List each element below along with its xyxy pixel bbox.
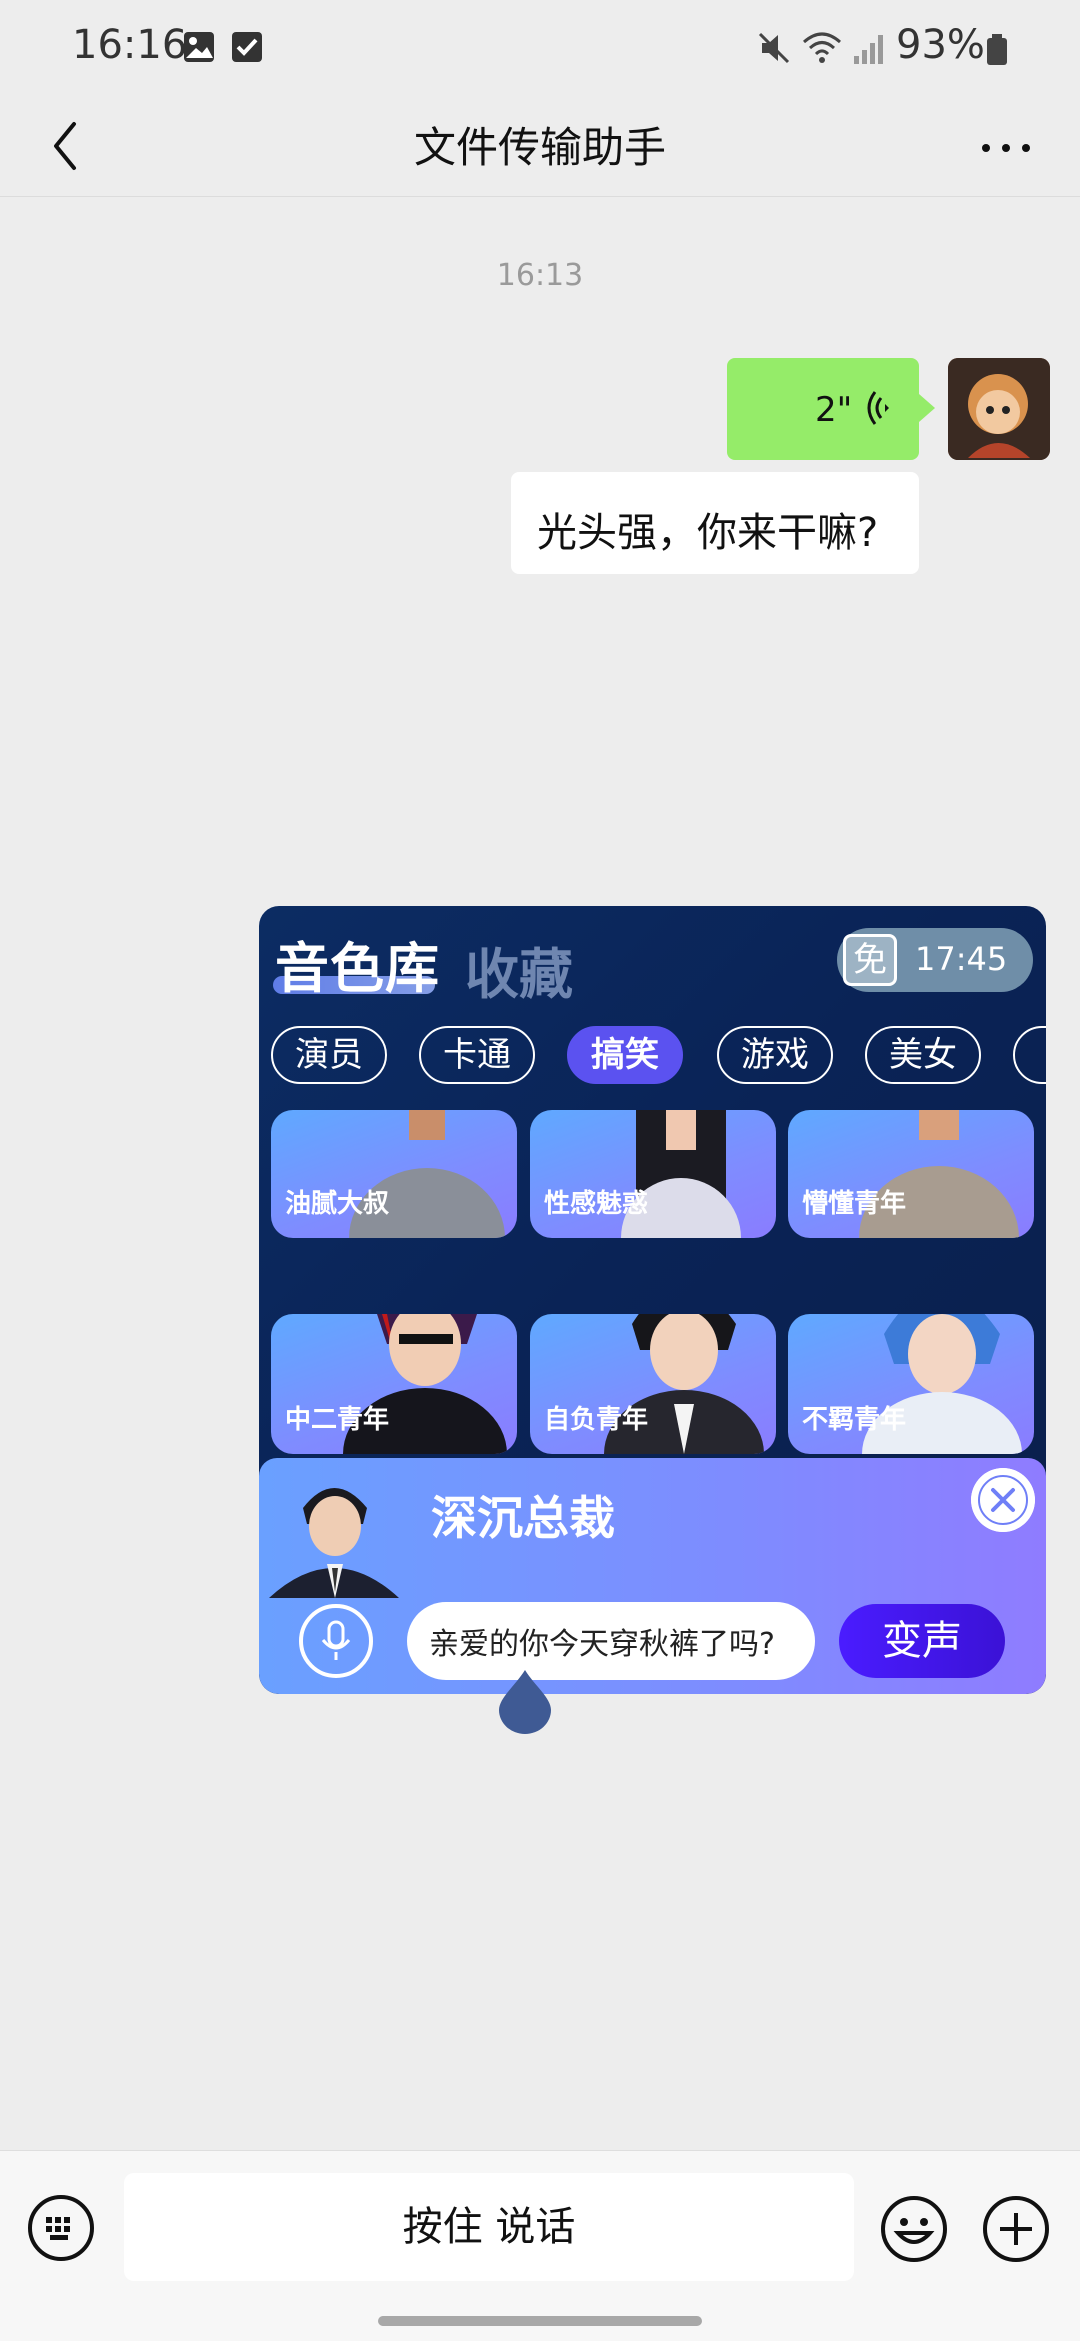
change-voice-button[interactable]: 变声 — [839, 1604, 1005, 1678]
close-panel-button[interactable] — [971, 1468, 1035, 1532]
voice-text-input[interactable] — [407, 1602, 815, 1680]
chat-input-bar: 按住 说话 — [0, 2150, 1080, 2341]
more-options-button[interactable] — [970, 110, 1046, 186]
voice-name: 懵懂青年 — [802, 1189, 907, 1219]
status-bar: 16:16 93% — [0, 0, 1080, 96]
category-cartoon[interactable]: 卡通 — [419, 1026, 535, 1084]
category-more[interactable] — [1013, 1026, 1046, 1084]
category-actor[interactable]: 演员 — [271, 1026, 387, 1084]
voice-card-arrogant-youth[interactable]: 自负青年 — [530, 1314, 776, 1454]
signal-icon — [854, 35, 883, 64]
category-beauty[interactable]: 美女 — [865, 1026, 981, 1084]
gallery-notification-icon — [184, 32, 214, 62]
keyboard-icon — [46, 2217, 70, 2240]
voice-card-naive-youth[interactable]: 懵懂青年 — [788, 1110, 1034, 1238]
voice-card-sexy-charm[interactable]: 性感魅惑 — [530, 1110, 776, 1238]
selected-voice-sheet: 深沉总裁 变声 — [259, 1458, 1046, 1694]
free-timer-badge[interactable]: 免 17:45 — [837, 928, 1033, 992]
more-functions-button[interactable] — [982, 2195, 1050, 2263]
voice-name: 自负青年 — [544, 1405, 649, 1435]
tab-favorites[interactable]: 收藏 — [465, 930, 573, 1009]
category-tabs: 演员 卡通 搞笑 游戏 美女 — [271, 1026, 1046, 1084]
tab-voice-library[interactable]: 音色库 — [275, 924, 440, 1003]
wifi-icon — [803, 32, 841, 63]
voice-name: 中二青年 — [285, 1405, 390, 1435]
chat-header: 文件传输助手 — [0, 96, 1080, 197]
category-game[interactable]: 游戏 — [717, 1026, 833, 1084]
message-timestamp: 16:13 — [496, 258, 584, 293]
voice-duration: 2" — [815, 390, 853, 430]
text-message-bubble[interactable]: 光头强，你来干嘛? — [511, 472, 919, 574]
user-avatar[interactable] — [948, 358, 1050, 460]
task-notification-icon — [232, 32, 262, 62]
voice-wave-icon — [867, 391, 889, 425]
voice-card-greasy-uncle[interactable]: 油腻大叔 — [271, 1110, 517, 1238]
microphone-icon — [321, 1620, 351, 1660]
timer-text: 17:45 — [915, 940, 1008, 978]
mute-icon — [758, 32, 790, 64]
chat-title: 文件传输助手 — [413, 123, 666, 172]
category-funny[interactable]: 搞笑 — [567, 1026, 683, 1084]
selected-voice-name: 深沉总裁 — [431, 1491, 615, 1545]
microphone-button[interactable] — [299, 1604, 373, 1678]
status-time: 16:16 — [72, 22, 188, 68]
voice-name: 性感魅惑 — [544, 1189, 649, 1219]
emoji-button[interactable] — [880, 2195, 948, 2263]
home-indicator[interactable] — [378, 2316, 702, 2326]
voice-card-unruly-youth[interactable]: 不羁青年 — [788, 1314, 1034, 1454]
voice-changer-panel: 音色库 收藏 免 17:45 演员 卡通 搞笑 游戏 美女 油腻大叔 性感魅惑 … — [259, 906, 1046, 1694]
voice-card-chuunibyou-youth[interactable]: 中二青年 — [271, 1314, 517, 1454]
battery-percentage: 93% — [896, 22, 985, 68]
voice-name: 油腻大叔 — [285, 1189, 390, 1219]
hold-to-talk-button[interactable]: 按住 说话 — [124, 2173, 854, 2281]
keyboard-toggle-button[interactable] — [28, 2195, 94, 2261]
text-cursor-handle[interactable] — [499, 1670, 551, 1734]
free-label: 免 — [843, 934, 897, 986]
selected-voice-avatar — [269, 1488, 399, 1598]
text-message-content: 光头强，你来干嘛? — [537, 510, 879, 556]
voice-name: 不羁青年 — [802, 1405, 907, 1435]
voice-message-bubble[interactable]: 2" — [727, 358, 935, 460]
battery-icon — [987, 34, 1007, 65]
